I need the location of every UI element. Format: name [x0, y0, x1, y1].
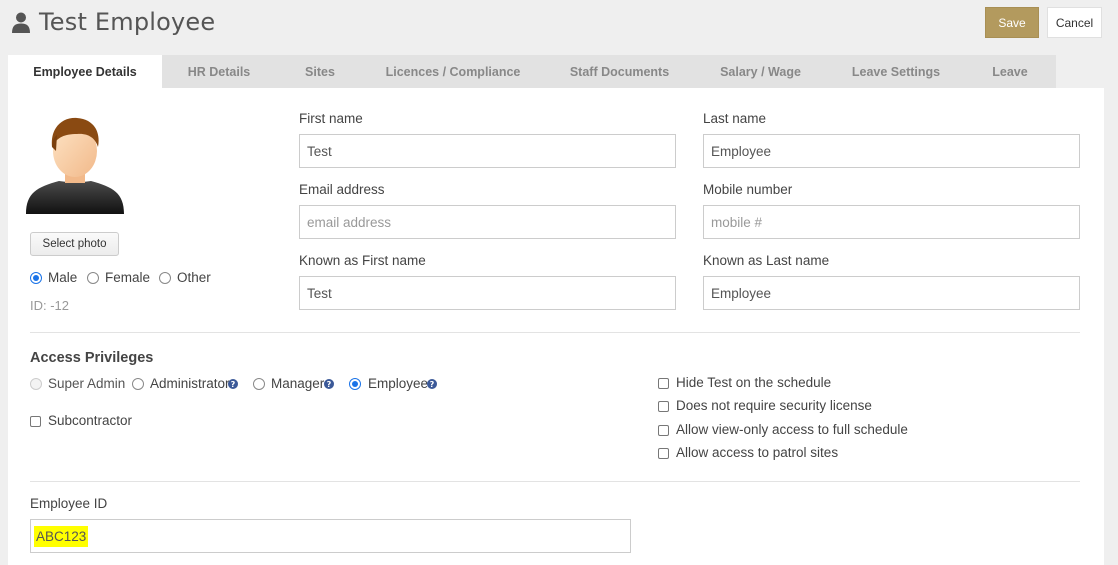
administrator-help-icon[interactable]: ?: [228, 379, 238, 389]
gender-other-label: Other: [177, 270, 211, 285]
role-super-admin-radio[interactable]: [30, 378, 42, 390]
page-title: Test Employee: [39, 8, 216, 36]
tab-leave-settings[interactable]: Leave Settings: [824, 55, 968, 88]
employee-id-display: ID: -12: [30, 298, 70, 313]
known-last-name-input[interactable]: [703, 276, 1080, 310]
email-label: Email address: [299, 182, 385, 197]
cancel-button[interactable]: Cancel: [1047, 7, 1102, 38]
select-photo-button[interactable]: Select photo: [30, 232, 119, 256]
section-divider-2: [30, 481, 1080, 482]
gender-other-radio[interactable]: [159, 272, 171, 284]
avatar-icon: [23, 117, 127, 220]
mobile-input[interactable]: [703, 205, 1080, 239]
tab-sites[interactable]: Sites: [276, 55, 364, 88]
tab-employee-details[interactable]: Employee Details: [8, 55, 162, 88]
manager-help-icon[interactable]: ?: [324, 379, 334, 389]
gender-male-radio[interactable]: [30, 272, 42, 284]
tab-licences-compliance[interactable]: Licences / Compliance: [364, 55, 542, 88]
role-super-admin-label: Super Admin: [48, 376, 126, 391]
patrol-sites-checkbox[interactable]: [658, 448, 669, 459]
first-name-label: First name: [299, 111, 363, 126]
last-name-label: Last name: [703, 111, 767, 126]
employee-id-label: Employee ID: [30, 496, 108, 511]
role-administrator-label: Administrator: [150, 376, 230, 391]
first-name-input[interactable]: [299, 134, 676, 168]
gender-male-label: Male: [48, 270, 78, 285]
tab-staff-documents[interactable]: Staff Documents: [542, 55, 697, 88]
tab-leave[interactable]: Leave: [968, 55, 1052, 88]
tab-salary-wage[interactable]: Salary / Wage: [697, 55, 824, 88]
known-last-name-label: Known as Last name: [703, 253, 830, 268]
gender-female-radio[interactable]: [87, 272, 99, 284]
known-first-name-label: Known as First name: [299, 253, 426, 268]
patrol-sites-label: Allow access to patrol sites: [676, 445, 839, 460]
role-employee-label: Employee: [368, 376, 429, 391]
role-manager-radio[interactable]: [253, 378, 265, 390]
employee-help-icon[interactable]: ?: [427, 379, 437, 389]
no-security-license-label: Does not require security license: [676, 398, 872, 413]
employee-id-input[interactable]: ABC123: [30, 519, 631, 553]
user-icon: [12, 12, 30, 33]
role-manager-label: Manager: [271, 376, 325, 391]
role-employee-radio[interactable]: [349, 378, 361, 390]
mobile-label: Mobile number: [703, 182, 793, 197]
section-divider: [30, 332, 1080, 333]
view-only-schedule-label: Allow view-only access to full schedule: [676, 422, 908, 437]
access-privileges-title: Access Privileges: [30, 350, 154, 366]
page-header: Test Employee: [12, 8, 215, 36]
hide-on-schedule-label: Hide Test on the schedule: [676, 375, 832, 390]
tab-hr-details[interactable]: HR Details: [162, 55, 276, 88]
save-button[interactable]: Save: [985, 7, 1039, 38]
hide-on-schedule-checkbox[interactable]: [658, 378, 669, 389]
tab-bar: Employee Details HR Details Sites Licenc…: [8, 55, 1056, 88]
known-first-name-input[interactable]: [299, 276, 676, 310]
role-administrator-radio[interactable]: [132, 378, 144, 390]
subcontractor-checkbox[interactable]: [30, 416, 41, 427]
email-input[interactable]: [299, 205, 676, 239]
no-security-license-checkbox[interactable]: [658, 401, 669, 412]
last-name-input[interactable]: [703, 134, 1080, 168]
employee-details-panel: Select photo Male Female Other ID: -12 F…: [8, 88, 1104, 565]
subcontractor-label: Subcontractor: [48, 413, 133, 428]
view-only-schedule-checkbox[interactable]: [658, 425, 669, 436]
gender-female-label: Female: [105, 270, 151, 285]
employee-id-value: ABC123: [34, 526, 89, 547]
